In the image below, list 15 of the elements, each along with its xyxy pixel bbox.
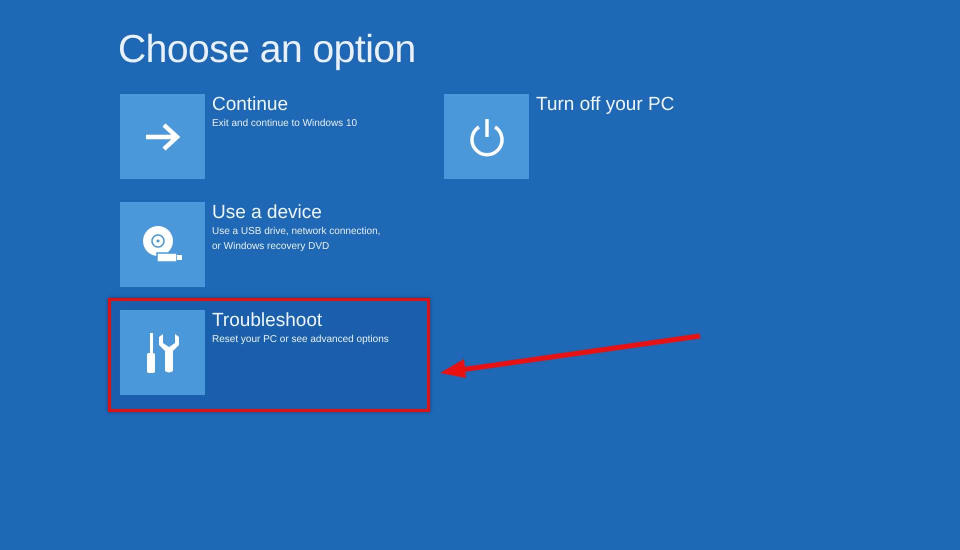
option-description: Use a USB drive, network connection,: [212, 225, 380, 239]
option-title[interactable]: Continue: [212, 94, 358, 116]
option-title[interactable]: Use a device: [212, 202, 380, 224]
option-tile[interactable]: [120, 94, 205, 179]
option-description: or Windows recovery DVD: [212, 240, 330, 254]
tools-icon: [144, 330, 180, 374]
option-tile[interactable]: [120, 310, 205, 395]
option-tile[interactable]: [120, 202, 205, 287]
option-description: Exit and continue to Windows 10: [212, 117, 358, 131]
option-description: Reset your PC or see advanced options: [212, 333, 389, 347]
power-icon: [468, 116, 506, 156]
page-title: Choose an option: [118, 28, 417, 72]
option-title[interactable]: Troubleshoot: [212, 310, 389, 332]
option-tile[interactable]: [444, 94, 529, 179]
option-title[interactable]: Turn off your PC: [536, 94, 674, 116]
